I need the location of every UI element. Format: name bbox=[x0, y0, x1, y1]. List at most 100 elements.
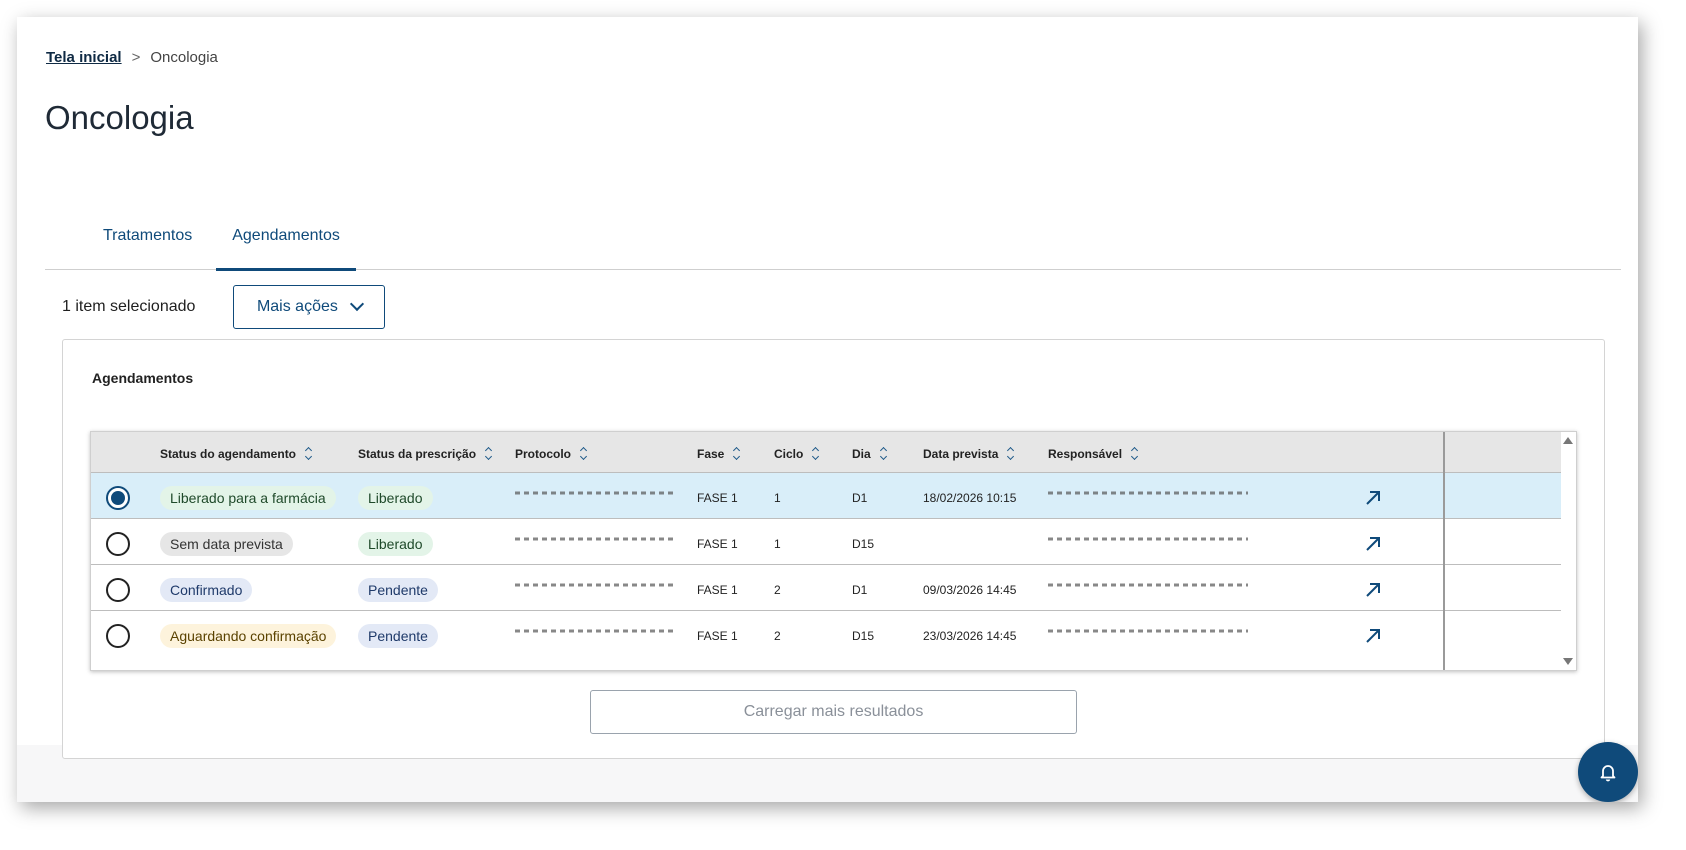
redacted-text bbox=[1048, 537, 1248, 540]
row-radio[interactable] bbox=[106, 485, 130, 510]
table-row[interactable]: Confirmado Pendente FASE 1 2 D1 09/03/20… bbox=[91, 564, 1561, 613]
row-radio[interactable] bbox=[106, 623, 130, 648]
table-header: Status do agendamento Status da prescriç… bbox=[91, 432, 1561, 475]
data-prevista-cell: 23/03/2026 14:45 bbox=[923, 628, 1017, 643]
header-label: Data prevista bbox=[923, 446, 999, 461]
dia-cell: D1 bbox=[852, 490, 868, 505]
protocolo-cell bbox=[515, 519, 675, 568]
ciclo-cell: 2 bbox=[774, 628, 781, 643]
breadcrumb-separator: > bbox=[131, 49, 141, 66]
row-select-cell bbox=[106, 473, 130, 522]
table-row[interactable]: Aguardando confirmação Pendente FASE 1 2… bbox=[91, 610, 1561, 659]
card-title: Agendamentos bbox=[92, 370, 194, 386]
dia-cell: D15 bbox=[852, 536, 875, 551]
fase-cell: FASE 1 bbox=[697, 628, 738, 643]
header-dia[interactable]: Dia bbox=[852, 432, 887, 475]
responsavel-cell bbox=[1048, 519, 1248, 568]
header-ciclo[interactable]: Ciclo bbox=[774, 432, 820, 475]
page-title: Oncologia bbox=[45, 99, 194, 136]
header-label: Responsável bbox=[1048, 446, 1123, 461]
header-status-prescricao[interactable]: Status da prescrição bbox=[358, 432, 493, 475]
open-cell bbox=[1363, 519, 1383, 568]
sort-icon[interactable] bbox=[733, 446, 741, 461]
table-row[interactable]: Liberado para a farmácia Liberado FASE 1… bbox=[91, 472, 1561, 521]
header-fase[interactable]: Fase bbox=[697, 432, 741, 475]
sort-icon[interactable] bbox=[879, 446, 887, 461]
notifications-button[interactable] bbox=[1578, 742, 1638, 802]
header-status-agendamento[interactable]: Status do agendamento bbox=[160, 432, 313, 475]
tab-tratamentos[interactable]: Tratamentos bbox=[45, 213, 216, 270]
data-prevista-cell: 09/03/2026 14:45 bbox=[923, 582, 1017, 597]
fase-cell: FASE 1 bbox=[697, 490, 738, 505]
status-badge: Liberado para a farmácia bbox=[160, 485, 336, 510]
appointments-card: Agendamentos Status do agendamento Statu… bbox=[62, 339, 1605, 759]
header-responsavel[interactable]: Responsável bbox=[1048, 432, 1139, 475]
app-window: Tela inicial > Oncologia Oncologia Trata… bbox=[17, 17, 1638, 802]
tab-bar: Tratamentos Agendamentos bbox=[45, 213, 1621, 271]
tab-agendamentos[interactable]: Agendamentos bbox=[216, 213, 356, 271]
more-actions-button[interactable]: Mais ações bbox=[233, 285, 386, 329]
breadcrumb-home-link[interactable]: Tela inicial bbox=[46, 49, 122, 66]
status-agendamento-cell: Aguardando confirmação bbox=[160, 611, 337, 660]
chevron-down-icon bbox=[349, 296, 364, 312]
sort-icon[interactable] bbox=[1131, 446, 1139, 461]
status-prescricao-cell: Liberado bbox=[358, 519, 433, 568]
protocolo-cell bbox=[515, 473, 675, 522]
bell-icon bbox=[1600, 765, 1616, 782]
status-badge: Aguardando confirmação bbox=[160, 623, 337, 648]
redacted-text bbox=[515, 491, 675, 494]
redacted-text bbox=[1048, 491, 1248, 494]
status-agendamento-cell: Sem data prevista bbox=[160, 519, 293, 568]
header-label: Status do agendamento bbox=[160, 446, 297, 461]
protocolo-cell bbox=[515, 611, 675, 660]
status-prescricao-cell: Liberado bbox=[358, 473, 433, 522]
tab-label: Tratamentos bbox=[103, 226, 193, 244]
status-badge: Liberado bbox=[358, 531, 433, 556]
sort-icon[interactable] bbox=[1007, 446, 1015, 461]
redacted-text bbox=[1048, 629, 1248, 632]
row-select-cell bbox=[106, 519, 130, 568]
table-row[interactable]: Sem data prevista Liberado FASE 1 1 D15 bbox=[91, 518, 1561, 567]
arrow-up-right-icon[interactable] bbox=[1363, 534, 1383, 554]
tab-label: Agendamentos bbox=[232, 226, 340, 244]
redacted-text bbox=[1048, 583, 1248, 586]
sort-icon[interactable] bbox=[579, 446, 588, 461]
status-prescricao-cell: Pendente bbox=[358, 611, 438, 660]
status-badge: Pendente bbox=[358, 577, 438, 602]
breadcrumb-current: Oncologia bbox=[150, 49, 218, 66]
header-label: Fase bbox=[697, 446, 725, 461]
arrow-up-right-icon[interactable] bbox=[1363, 580, 1383, 600]
ciclo-cell: 2 bbox=[774, 582, 781, 597]
arrow-up-right-icon[interactable] bbox=[1363, 488, 1383, 508]
protocolo-cell bbox=[515, 565, 675, 614]
header-label: Dia bbox=[852, 446, 871, 461]
status-badge: Confirmado bbox=[160, 577, 253, 602]
status-badge: Liberado bbox=[358, 485, 433, 510]
responsavel-cell bbox=[1048, 611, 1248, 660]
sort-icon[interactable] bbox=[812, 446, 820, 461]
more-actions-label: Mais ações bbox=[256, 298, 338, 315]
open-cell bbox=[1363, 473, 1383, 522]
row-radio[interactable] bbox=[106, 531, 130, 556]
header-protocolo[interactable]: Protocolo bbox=[515, 432, 588, 475]
row-select-cell bbox=[106, 611, 130, 660]
row-radio[interactable] bbox=[106, 577, 130, 602]
redacted-text bbox=[515, 537, 675, 540]
dia-cell: D1 bbox=[852, 582, 868, 597]
sort-icon[interactable] bbox=[485, 446, 493, 461]
fase-cell: FASE 1 bbox=[697, 582, 738, 597]
scroll-up-arrow-icon[interactable] bbox=[1563, 437, 1573, 444]
appointments-table: Status do agendamento Status da prescriç… bbox=[90, 431, 1577, 671]
sort-icon[interactable] bbox=[304, 446, 313, 461]
arrow-up-right-icon[interactable] bbox=[1363, 626, 1383, 646]
header-data-prevista[interactable]: Data prevista bbox=[923, 432, 1015, 475]
row-select-cell bbox=[106, 565, 130, 614]
fase-cell: FASE 1 bbox=[697, 536, 738, 551]
scroll-down-arrow-icon[interactable] bbox=[1563, 658, 1573, 665]
ciclo-cell: 1 bbox=[774, 490, 781, 505]
open-cell bbox=[1363, 565, 1383, 614]
status-agendamento-cell: Liberado para a farmácia bbox=[160, 473, 336, 522]
redacted-text bbox=[515, 629, 675, 632]
load-more-button[interactable]: Carregar mais resultados bbox=[590, 690, 1077, 734]
responsavel-cell bbox=[1048, 473, 1248, 522]
